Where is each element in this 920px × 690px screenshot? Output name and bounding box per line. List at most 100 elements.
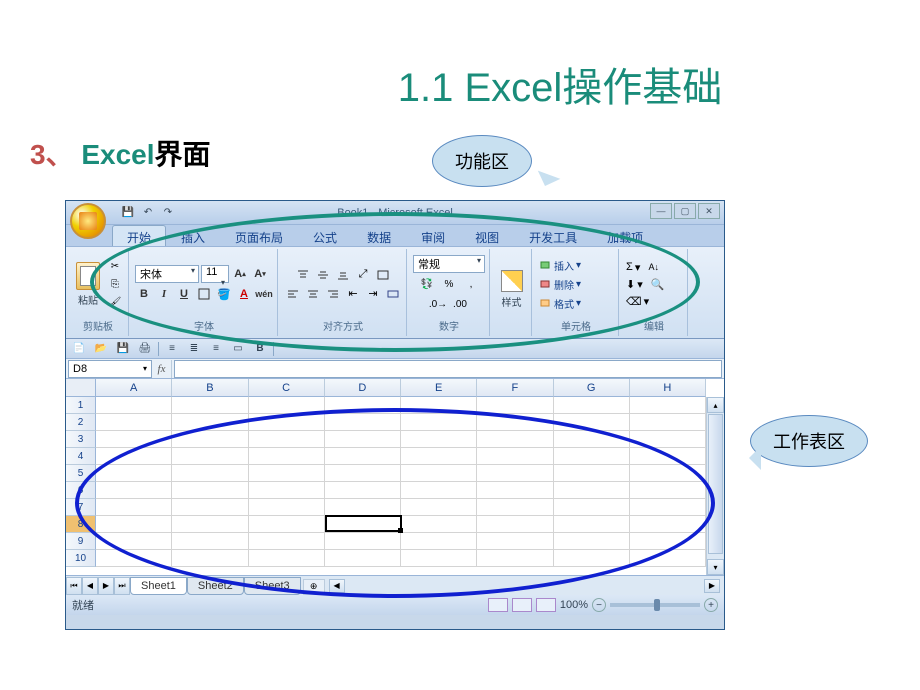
row-header[interactable]: 4 xyxy=(66,448,96,465)
scroll-thumb[interactable] xyxy=(708,414,723,554)
sheet-tab[interactable]: Sheet3 xyxy=(244,577,301,595)
row-header[interactable]: 1 xyxy=(66,397,96,414)
tab-insert[interactable]: 插入 xyxy=(166,225,220,246)
row-header[interactable]: 2 xyxy=(66,414,96,431)
cell[interactable] xyxy=(249,482,325,499)
cell[interactable] xyxy=(554,482,630,499)
tab-developer[interactable]: 开发工具 xyxy=(514,225,592,246)
cell[interactable] xyxy=(401,414,477,431)
cell[interactable] xyxy=(96,482,172,499)
maximize-icon[interactable]: ▢ xyxy=(674,203,696,219)
tab-data[interactable]: 数据 xyxy=(352,225,406,246)
cell[interactable] xyxy=(554,431,630,448)
sort-filter-icon[interactable]: A↓ xyxy=(648,262,659,272)
align-center-icon[interactable] xyxy=(304,286,322,302)
print-icon[interactable]: 🖨 xyxy=(136,341,154,357)
cell[interactable] xyxy=(477,482,553,499)
cell[interactable] xyxy=(249,533,325,550)
cell[interactable] xyxy=(554,516,630,533)
scroll-down-icon[interactable]: ▾ xyxy=(707,559,724,575)
cell[interactable] xyxy=(477,533,553,550)
cell[interactable] xyxy=(630,482,706,499)
tab-review[interactable]: 审阅 xyxy=(406,225,460,246)
cell[interactable] xyxy=(172,465,248,482)
cell[interactable] xyxy=(172,550,248,567)
cell[interactable] xyxy=(96,414,172,431)
name-box[interactable]: D8▾ xyxy=(68,360,152,378)
copy-icon[interactable]: ⎘ xyxy=(106,276,124,292)
border-icon[interactable] xyxy=(195,285,213,303)
cell[interactable] xyxy=(554,414,630,431)
zoom-thumb[interactable] xyxy=(654,599,660,611)
save-icon[interactable]: 💾 xyxy=(114,341,132,357)
cell[interactable] xyxy=(477,550,553,567)
find-icon[interactable]: 🔍 xyxy=(651,278,665,291)
formula-input[interactable] xyxy=(174,360,722,378)
cell[interactable] xyxy=(477,465,553,482)
tab-home[interactable]: 开始 xyxy=(112,225,166,246)
cell[interactable] xyxy=(630,550,706,567)
phonetic-icon[interactable]: wén xyxy=(255,285,273,303)
cell[interactable] xyxy=(325,499,401,516)
tab-layout[interactable]: 页面布局 xyxy=(220,225,298,246)
cell[interactable] xyxy=(96,499,172,516)
paste-button[interactable]: 粘贴 xyxy=(72,261,104,307)
format-button[interactable]: 格式 ▾ xyxy=(538,295,581,312)
cell[interactable] xyxy=(630,414,706,431)
scroll-left-icon[interactable]: ◀ xyxy=(329,579,345,593)
sheet-tab[interactable]: Sheet1 xyxy=(130,577,187,595)
bold-icon[interactable]: B xyxy=(251,341,269,357)
cell[interactable] xyxy=(554,448,630,465)
underline-button[interactable]: U xyxy=(175,285,193,303)
cell[interactable] xyxy=(96,516,172,533)
cell[interactable] xyxy=(630,431,706,448)
insert-button[interactable]: 插入 ▾ xyxy=(538,257,581,274)
cell[interactable] xyxy=(96,431,172,448)
cell[interactable] xyxy=(401,397,477,414)
cell[interactable] xyxy=(96,465,172,482)
cell[interactable] xyxy=(249,414,325,431)
merge-icon[interactable] xyxy=(384,286,402,302)
cell[interactable] xyxy=(554,550,630,567)
comma-icon[interactable]: , xyxy=(461,275,481,293)
col-header[interactable]: C xyxy=(249,379,325,397)
merge-icon[interactable]: ▭ xyxy=(229,341,247,357)
align-bottom-icon[interactable] xyxy=(334,267,352,283)
cell[interactable] xyxy=(172,482,248,499)
cell[interactable] xyxy=(554,397,630,414)
italic-button[interactable]: I xyxy=(155,285,173,303)
zoom-out-icon[interactable]: − xyxy=(592,598,606,612)
row-header[interactable]: 10 xyxy=(66,550,96,567)
align-center-icon[interactable]: ≣ xyxy=(185,341,203,357)
cell[interactable] xyxy=(96,397,172,414)
save-icon[interactable]: 💾 xyxy=(120,205,136,221)
cell[interactable] xyxy=(477,397,553,414)
font-name-select[interactable]: 宋体▾ xyxy=(135,265,199,283)
redo-icon[interactable]: ↷ xyxy=(160,205,176,221)
col-header[interactable]: E xyxy=(401,379,477,397)
cell[interactable] xyxy=(401,431,477,448)
increase-font-icon[interactable]: A▴ xyxy=(231,265,249,283)
align-right-icon[interactable]: ≡ xyxy=(207,341,225,357)
row-header[interactable]: 9 xyxy=(66,533,96,550)
fx-button[interactable]: fx xyxy=(152,360,172,378)
cell[interactable] xyxy=(325,516,401,533)
cell[interactable] xyxy=(554,465,630,482)
cell[interactable] xyxy=(401,533,477,550)
cell[interactable] xyxy=(325,414,401,431)
format-painter-icon[interactable]: 🖌 xyxy=(106,294,124,310)
cell[interactable] xyxy=(172,499,248,516)
row-header[interactable]: 5 xyxy=(66,465,96,482)
tab-view[interactable]: 视图 xyxy=(460,225,514,246)
col-header[interactable]: B xyxy=(172,379,248,397)
col-header[interactable]: D xyxy=(325,379,401,397)
decrease-indent-icon[interactable]: ⇤ xyxy=(344,286,362,302)
bold-button[interactable]: B xyxy=(135,285,153,303)
col-header[interactable]: A xyxy=(96,379,172,397)
cell[interactable] xyxy=(172,414,248,431)
cell[interactable] xyxy=(554,533,630,550)
cell[interactable] xyxy=(630,397,706,414)
cell[interactable] xyxy=(249,397,325,414)
normal-view-icon[interactable] xyxy=(488,598,508,612)
autosum-button[interactable]: Σ ▾ A↓ xyxy=(625,260,660,275)
